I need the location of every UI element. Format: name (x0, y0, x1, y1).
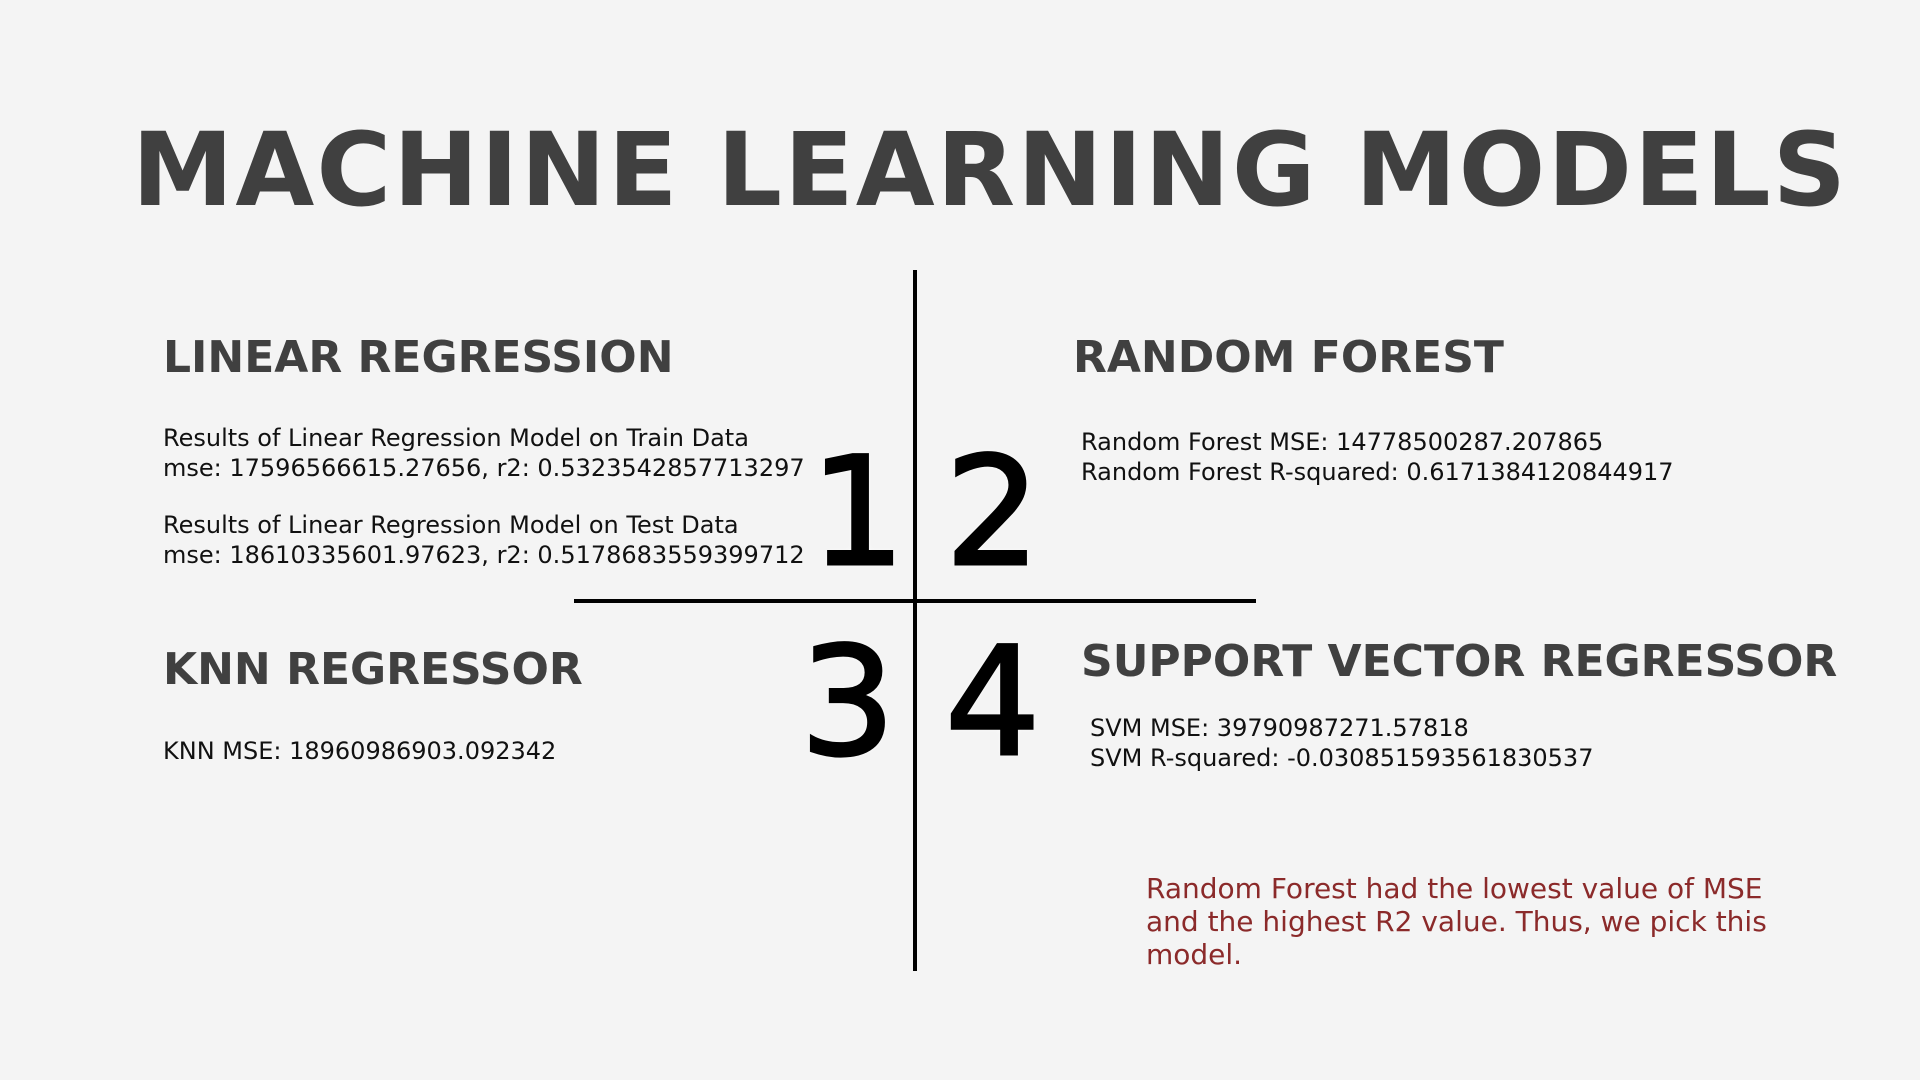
svr-r2: SVM R-squared: -0.030851593561830537 (1090, 744, 1594, 772)
vertical-divider (913, 270, 917, 971)
random-forest-heading: RANDOM FOREST (1073, 332, 1504, 383)
svr-heading: SUPPORT VECTOR REGRESSOR (1081, 636, 1838, 687)
linear-regression-test-results: Results of Linear Regression Model on Te… (163, 510, 805, 570)
horizontal-divider (574, 599, 1256, 603)
linear-test-label: Results of Linear Regression Model on Te… (163, 511, 739, 539)
linear-train-label: Results of Linear Regression Model on Tr… (163, 424, 749, 452)
svr-mse: SVM MSE: 39790987271.57818 (1090, 714, 1469, 742)
knn-mse: KNN MSE: 18960986903.092342 (163, 737, 557, 765)
linear-regression-heading: LINEAR REGRESSION (163, 332, 674, 383)
random-forest-r2: Random Forest R-squared: 0.6171384120844… (1081, 458, 1674, 486)
linear-train-metrics: mse: 17596566615.27656, r2: 0.5323542857… (163, 454, 805, 482)
conclusion-text: Random Forest had the lowest value of MS… (1146, 872, 1767, 971)
quadrant-number-2: 2 (943, 426, 1041, 600)
page-title: MACHINE LEARNING MODELS (131, 111, 1849, 230)
svr-results: SVM MSE: 39790987271.57818 SVM R-squared… (1090, 713, 1593, 773)
linear-regression-results: Results of Linear Regression Model on Tr… (163, 423, 805, 483)
quadrant-number-1: 1 (808, 426, 906, 600)
knn-results: KNN MSE: 18960986903.092342 (163, 736, 556, 766)
linear-test-metrics: mse: 18610335601.97623, r2: 0.5178683559… (163, 541, 805, 569)
quadrant-number-4: 4 (943, 616, 1041, 790)
knn-heading: KNN REGRESSOR (163, 644, 583, 695)
random-forest-mse: Random Forest MSE: 14778500287.207865 (1081, 428, 1604, 456)
random-forest-results: Random Forest MSE: 14778500287.207865 Ra… (1081, 427, 1674, 487)
quadrant-number-3: 3 (798, 616, 896, 790)
